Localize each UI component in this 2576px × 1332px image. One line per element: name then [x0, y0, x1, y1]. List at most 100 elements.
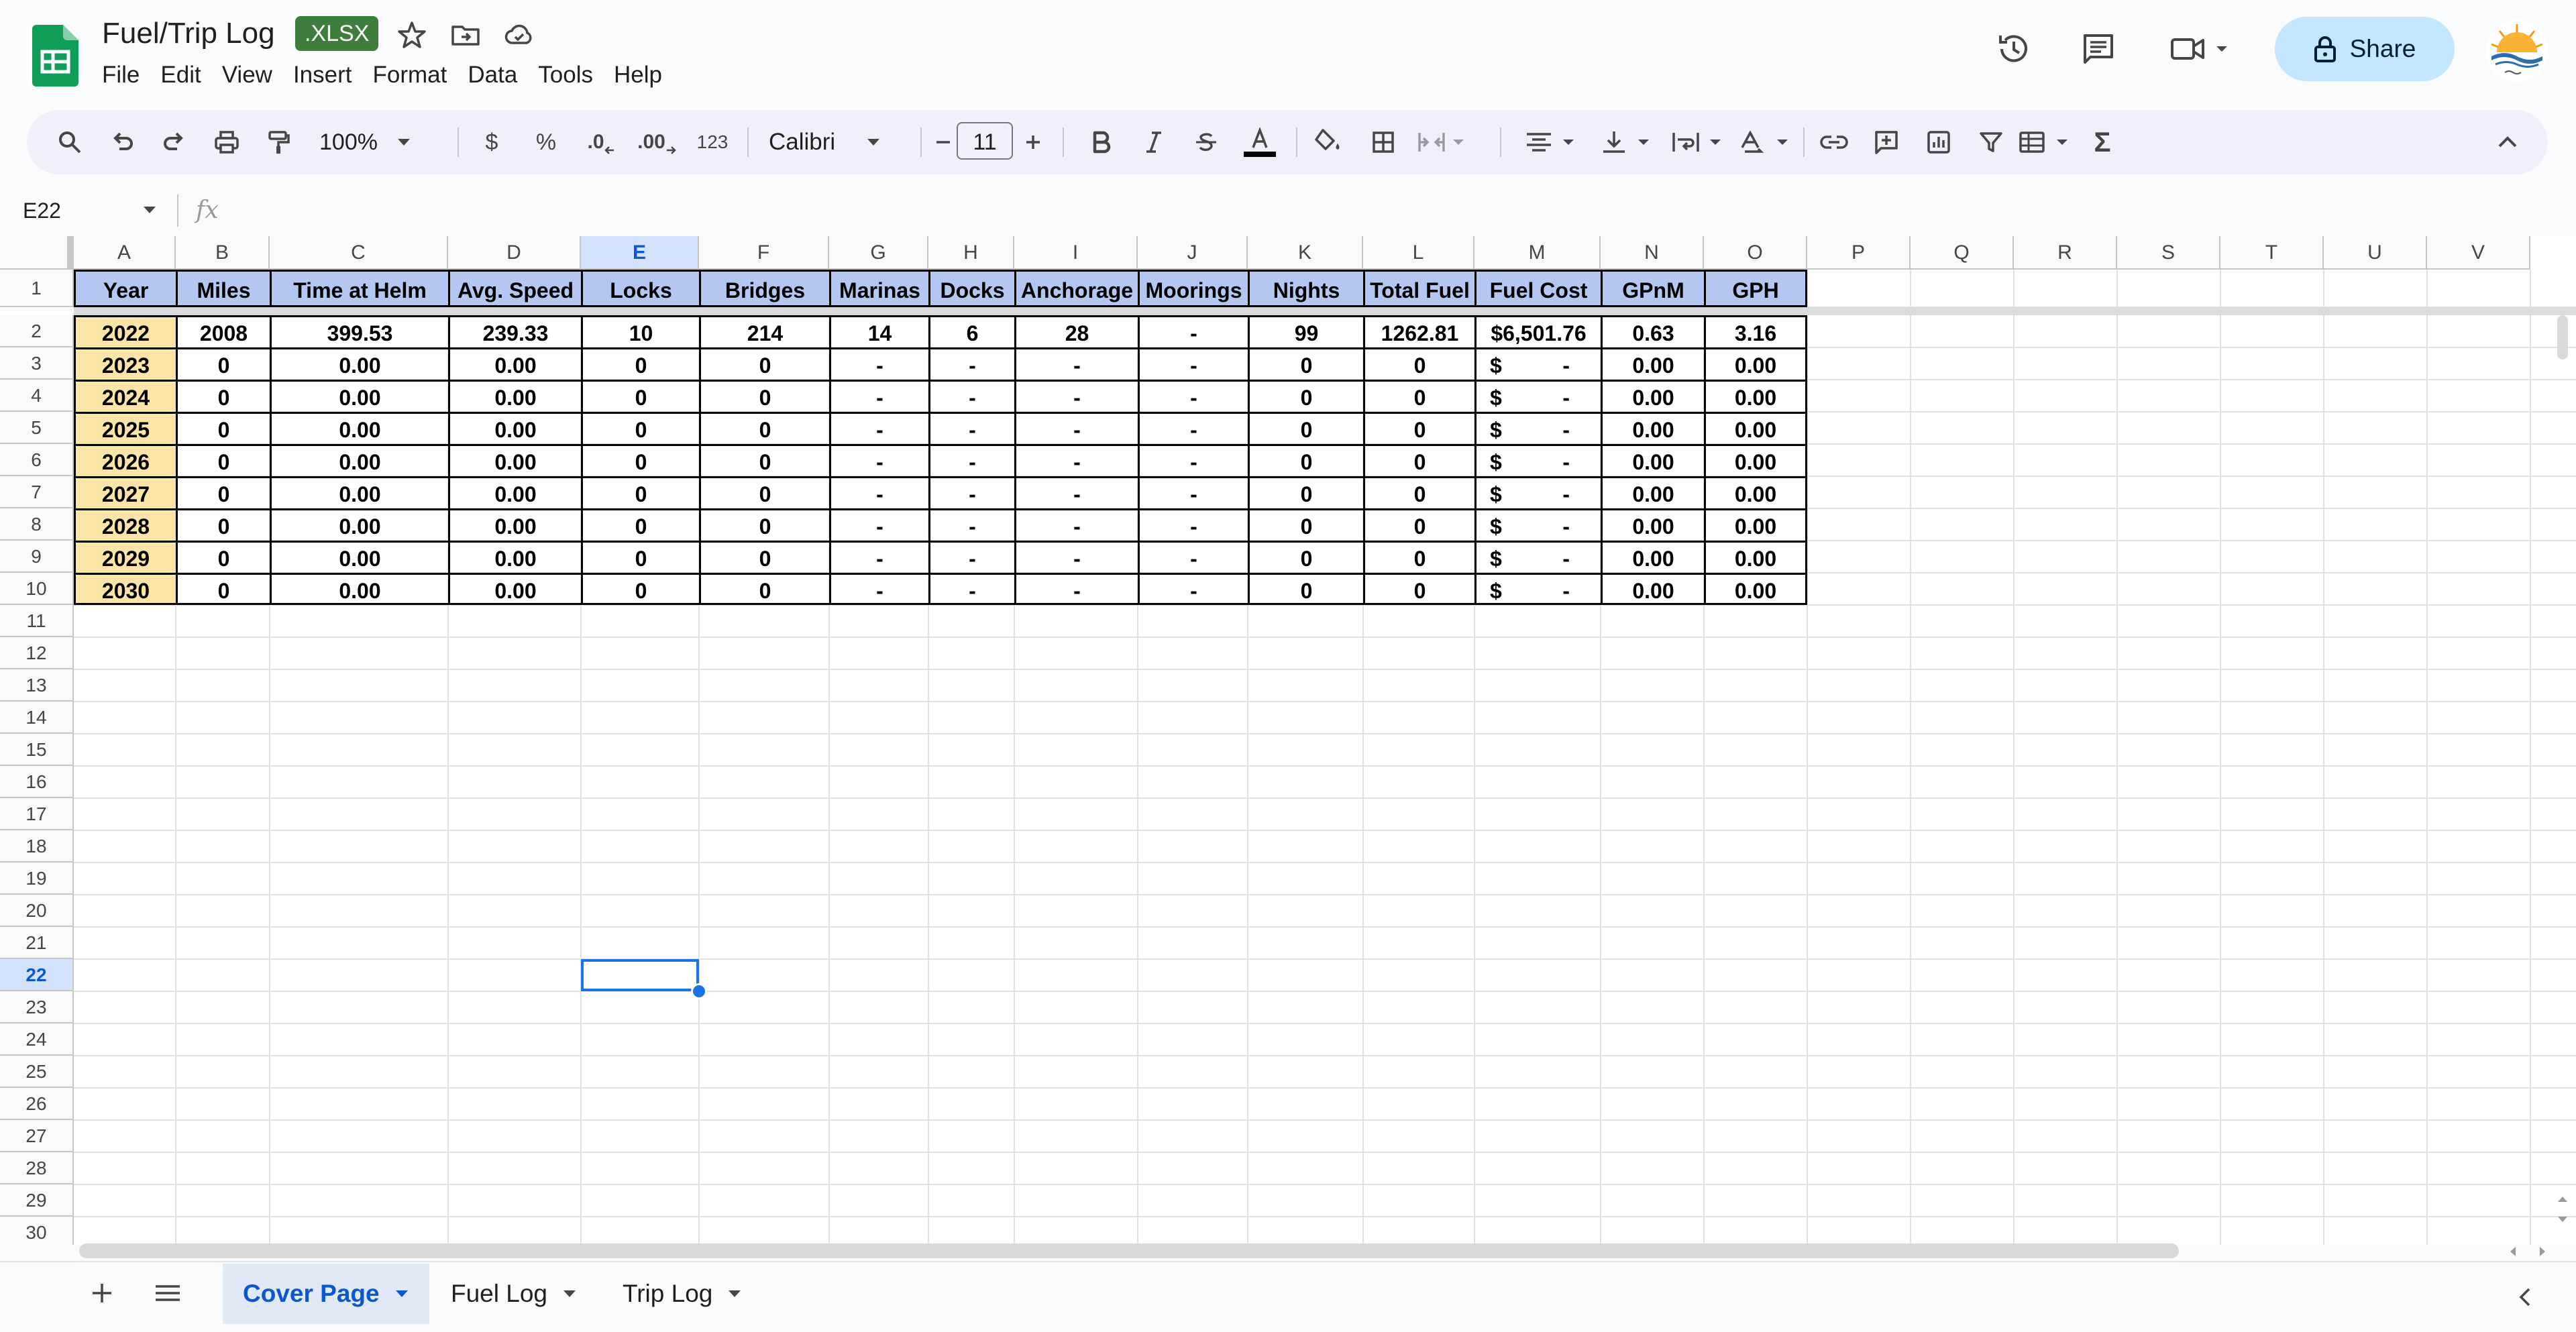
- redo-icon[interactable]: [156, 110, 193, 174]
- data-cell[interactable]: 3.16: [1704, 315, 1807, 347]
- data-cell[interactable]: 0.00: [1601, 476, 1704, 508]
- more-formats-button[interactable]: 123: [688, 110, 737, 174]
- column-header-n[interactable]: N: [1601, 236, 1704, 270]
- horizontal-scrollbar[interactable]: [79, 1243, 2179, 1258]
- data-cell[interactable]: -: [1014, 380, 1138, 412]
- row-header-23[interactable]: 23: [0, 991, 74, 1023]
- column-header-e[interactable]: E: [581, 236, 699, 270]
- borders-icon[interactable]: [1364, 110, 1402, 174]
- data-cell[interactable]: 0: [1248, 347, 1363, 380]
- data-cell[interactable]: 0.00: [270, 541, 448, 573]
- header-cell[interactable]: Bridges: [699, 270, 829, 307]
- data-cell[interactable]: -: [928, 412, 1014, 444]
- data-cell[interactable]: 239.33: [448, 315, 581, 347]
- data-cell[interactable]: -: [928, 476, 1014, 508]
- data-cell[interactable]: 2028: [74, 508, 176, 541]
- data-cell[interactable]: 0: [1363, 347, 1474, 380]
- data-cell[interactable]: 0.00: [270, 508, 448, 541]
- row-header-26[interactable]: 26: [0, 1088, 74, 1120]
- data-cell[interactable]: 0: [581, 508, 699, 541]
- row-header-9[interactable]: 9: [0, 541, 74, 573]
- comments-icon[interactable]: [2080, 30, 2117, 68]
- header-cell[interactable]: Moorings: [1138, 270, 1248, 307]
- data-cell[interactable]: -: [829, 541, 928, 573]
- row-header-13[interactable]: 13: [0, 669, 74, 702]
- data-cell[interactable]: 0.00: [448, 412, 581, 444]
- column-header-q[interactable]: Q: [1911, 236, 2014, 270]
- data-cell[interactable]: $ -: [1474, 508, 1601, 541]
- data-cell[interactable]: 0: [176, 444, 270, 476]
- data-cell[interactable]: 0: [1363, 476, 1474, 508]
- vertical-align-icon[interactable]: [1601, 110, 1657, 174]
- row-header-7[interactable]: 7: [0, 476, 74, 508]
- row-header-30[interactable]: 30: [0, 1217, 74, 1245]
- column-header-c[interactable]: C: [270, 236, 448, 270]
- data-cell[interactable]: 399.53: [270, 315, 448, 347]
- header-cell[interactable]: Avg. Speed: [448, 270, 581, 307]
- zoom-select[interactable]: 100%: [319, 110, 433, 174]
- row-header-21[interactable]: 21: [0, 927, 74, 959]
- data-cell[interactable]: -: [829, 508, 928, 541]
- data-cell[interactable]: 0: [176, 412, 270, 444]
- data-cell[interactable]: 0: [176, 541, 270, 573]
- insert-link-icon[interactable]: [1815, 110, 1853, 174]
- filter-icon[interactable]: [1972, 110, 2010, 174]
- data-cell[interactable]: 99: [1248, 315, 1363, 347]
- header-cell[interactable]: Nights: [1248, 270, 1363, 307]
- data-cell[interactable]: 10: [581, 315, 699, 347]
- data-cell[interactable]: -: [928, 541, 1014, 573]
- data-cell[interactable]: 0.00: [1704, 444, 1807, 476]
- collapse-toolbar-icon[interactable]: [2489, 110, 2526, 174]
- data-cell[interactable]: -: [1014, 476, 1138, 508]
- data-cell[interactable]: 0.00: [1601, 444, 1704, 476]
- data-cell[interactable]: 0.00: [1704, 412, 1807, 444]
- data-cell[interactable]: 0.00: [1601, 412, 1704, 444]
- sheets-logo-icon[interactable]: [32, 25, 78, 87]
- column-header-v[interactable]: V: [2427, 236, 2530, 270]
- data-cell[interactable]: 14: [829, 315, 928, 347]
- menu-help[interactable]: Help: [614, 59, 662, 91]
- data-cell[interactable]: 2025: [74, 412, 176, 444]
- row-header-5[interactable]: 5: [0, 412, 74, 444]
- data-cell[interactable]: 0.00: [270, 444, 448, 476]
- column-header-s[interactable]: S: [2117, 236, 2220, 270]
- header-cell[interactable]: GPnM: [1601, 270, 1704, 307]
- data-cell[interactable]: -: [1014, 541, 1138, 573]
- chevron-down-icon[interactable]: [142, 205, 157, 215]
- data-cell[interactable]: -: [1014, 444, 1138, 476]
- column-header-m[interactable]: M: [1474, 236, 1601, 270]
- data-cell[interactable]: 2029: [74, 541, 176, 573]
- data-cell[interactable]: 0.00: [1704, 541, 1807, 573]
- cloud-saved-icon[interactable]: [503, 19, 535, 51]
- data-cell[interactable]: -: [1138, 412, 1248, 444]
- data-cell[interactable]: -: [1014, 347, 1138, 380]
- column-header-h[interactable]: H: [928, 236, 1014, 270]
- data-cell[interactable]: 2030: [74, 573, 176, 605]
- data-cell[interactable]: 0.00: [270, 412, 448, 444]
- data-cell[interactable]: 0: [176, 380, 270, 412]
- italic-icon[interactable]: [1135, 110, 1173, 174]
- data-cell[interactable]: -: [1138, 573, 1248, 605]
- data-cell[interactable]: 0.00: [448, 541, 581, 573]
- table-view-icon[interactable]: [2018, 110, 2078, 174]
- header-cell[interactable]: Time at Helm: [270, 270, 448, 307]
- data-cell[interactable]: 0.00: [448, 476, 581, 508]
- row-header-25[interactable]: 25: [0, 1056, 74, 1088]
- column-header-d[interactable]: D: [448, 236, 581, 270]
- row-header-29[interactable]: 29: [0, 1184, 74, 1217]
- header-cell[interactable]: Year: [74, 270, 176, 307]
- data-cell[interactable]: 0: [699, 476, 829, 508]
- fill-handle[interactable]: [691, 983, 707, 999]
- menu-format[interactable]: Format: [373, 59, 447, 91]
- version-history-icon[interactable]: [1995, 30, 2033, 68]
- data-cell[interactable]: 0: [699, 444, 829, 476]
- column-header-b[interactable]: B: [176, 236, 270, 270]
- data-cell[interactable]: 2008: [176, 315, 270, 347]
- functions-icon[interactable]: Σ: [2084, 110, 2121, 174]
- data-cell[interactable]: 214: [699, 315, 829, 347]
- data-cell[interactable]: $ -: [1474, 380, 1601, 412]
- data-cell[interactable]: 0: [176, 476, 270, 508]
- data-cell[interactable]: -: [1138, 347, 1248, 380]
- paint-format-icon[interactable]: [260, 110, 298, 174]
- row-header-11[interactable]: 11: [0, 605, 74, 637]
